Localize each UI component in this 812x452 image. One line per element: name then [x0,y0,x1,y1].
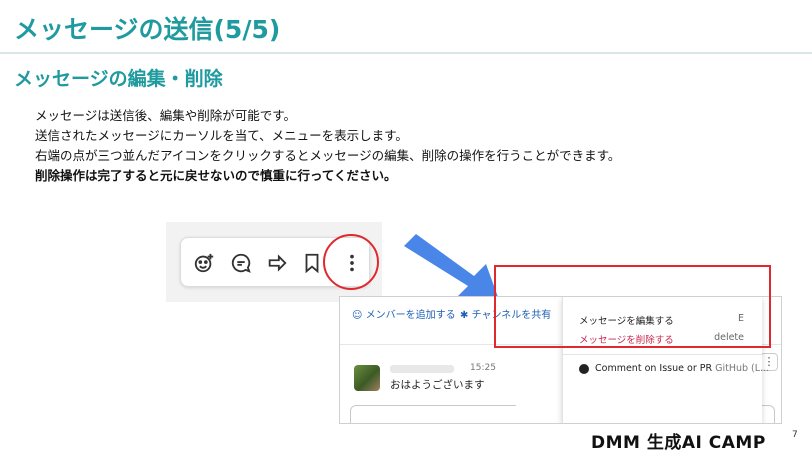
instruction-line: 送信されたメッセージにカーソルを当て、メニューを表示します。 [35,128,408,143]
instruction-line: 右端の点が三つ並んだアイコンをクリックするとメッセージの編集、削除の操作を行うこ… [35,148,621,163]
message-text: おはようございます [390,379,485,391]
instruction-line: メッセージは送信後、編集や削除が可能です。 [35,108,297,123]
title-divider [0,52,812,54]
warning-line: 削除操作は完了すると元に戻せないので慎重に行ってください。 [35,168,397,183]
brand-logo: DMM 生成AI CAMP [591,433,766,452]
section-subtitle: メッセージの編集・削除 [14,68,223,90]
github-comment-item[interactable]: Comment on Issue or PR GitHub (L... [595,363,769,374]
slide-title: メッセージの送信(5/5) [14,15,281,44]
add-reaction-icon[interactable] [191,250,217,276]
menu-divider [563,354,762,355]
message-timestamp: 15:25 [470,363,496,373]
sender-name-redacted [390,365,454,373]
add-member-link[interactable]: ☺ メンバーを追加する [352,306,456,321]
page-number: 7 [792,430,798,440]
add-member-label: メンバーを追加する [365,310,456,321]
reply-thread-icon[interactable] [228,250,254,276]
share-icon[interactable] [264,250,290,276]
bookmark-icon[interactable] [299,250,325,276]
highlight-circle [323,234,379,290]
github-comment-label: Comment on Issue or PR [595,363,713,374]
instruction-text: メッセージは送信後、編集や削除が可能です。 送信されたメッセージにカーソルを当て… [35,106,620,186]
github-app-label: GitHub (L... [715,363,770,374]
github-icon [579,364,589,374]
highlight-rectangle [494,265,771,348]
avatar[interactable] [354,365,380,391]
